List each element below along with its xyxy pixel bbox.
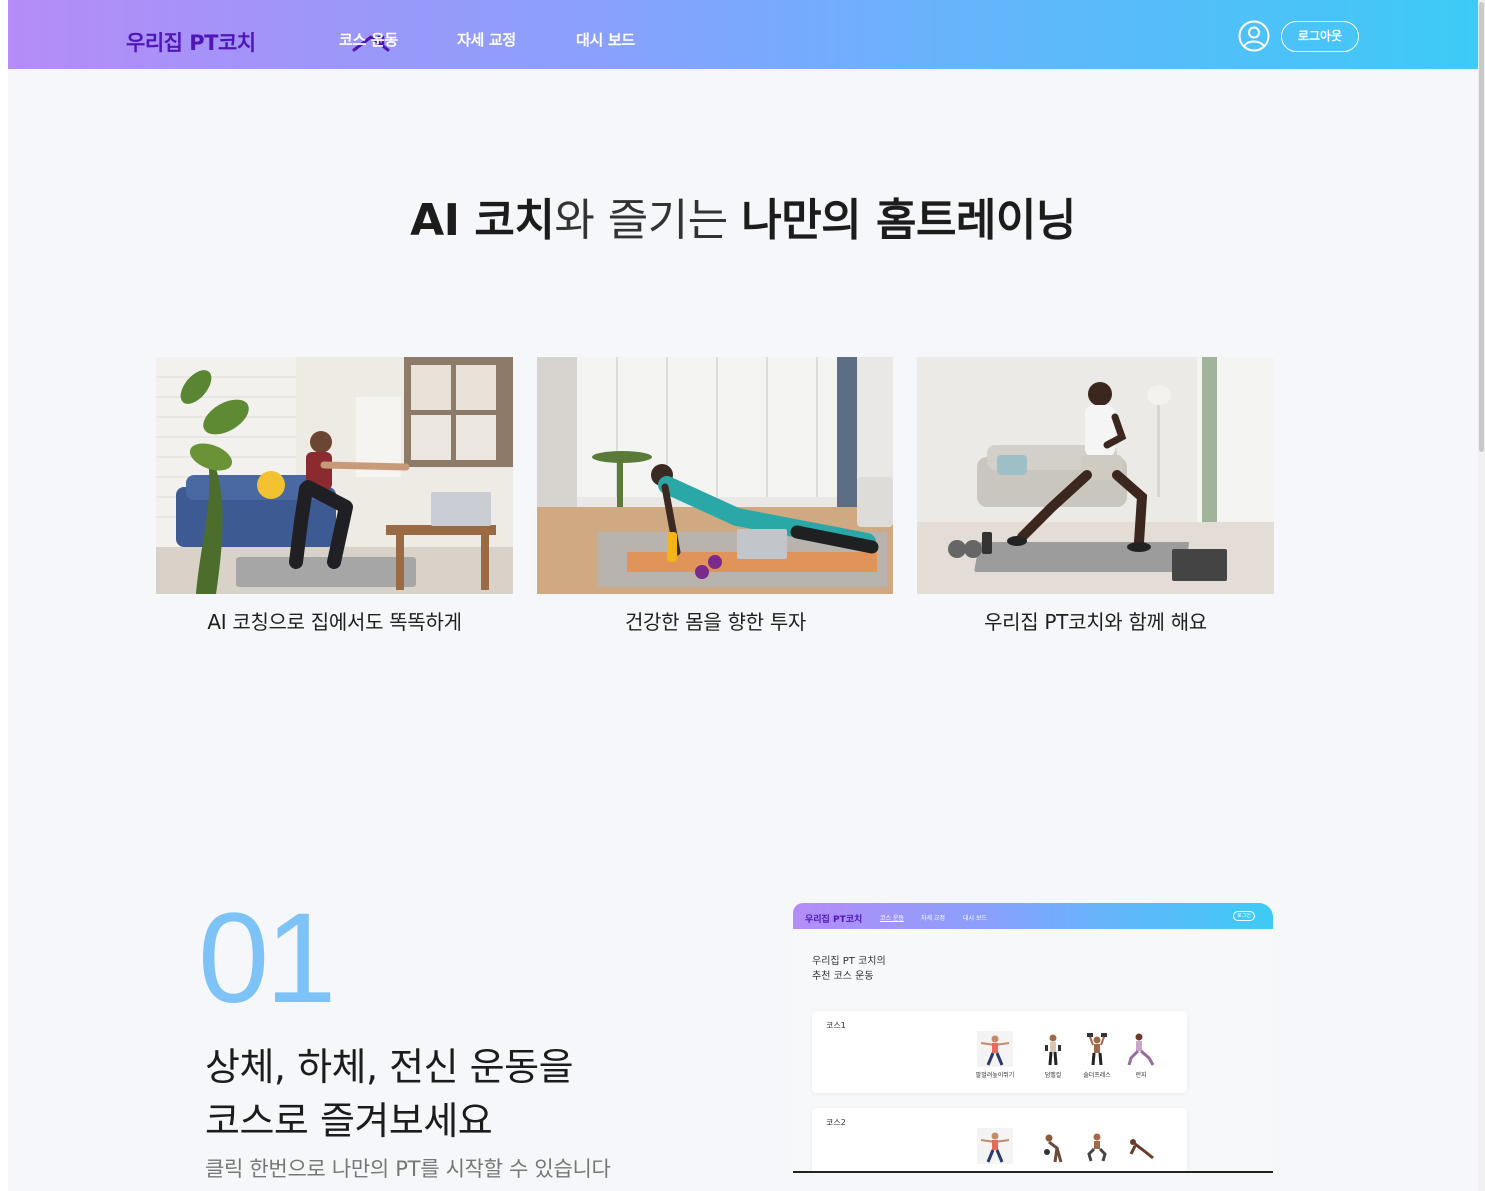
preview-logo: 우리집 PT코치 [805, 915, 863, 925]
preview-exercise-label: 팔벌려높이뛰기 [975, 1072, 1015, 1079]
nav-dashboard[interactable]: 대시 보드 [576, 29, 635, 50]
feature-title-line2: 코스로 즐겨보세요 [205, 1099, 493, 1143]
kettlebell-swing-figure-icon [1044, 1134, 1063, 1163]
preview-course-title: 코스2 [826, 1118, 846, 1127]
card-image-lunge [917, 357, 1274, 594]
logo-text: 우리집 PT코치 [126, 31, 256, 55]
woman-squat-photo [156, 357, 513, 594]
card-ai-coaching[interactable]: AI 코칭으로 집에서도 똑똑하게 [156, 357, 513, 635]
jumping-jack-figure-icon [977, 1031, 1013, 1067]
hero-title-part1: AI 코치 [410, 195, 555, 246]
preview-heading-line1: 우리집 PT 코치의 [812, 956, 886, 967]
section-number: 01 [198, 887, 336, 1030]
top-nav: 우리집 PT코치 코스 운동 자세 교정 대시 보드 로그아웃 [8, 0, 1478, 69]
preview-exercise: 덤벨컬 [1033, 1031, 1073, 1079]
card-together[interactable]: 우리집 PT코치와 함께 해요 [917, 357, 1274, 635]
preview-course-card: 코스2 [812, 1108, 1187, 1171]
jumping-jack-figure-icon [977, 1128, 1013, 1164]
preview-login-button: 로그인 [1233, 911, 1255, 921]
preview-heading-line2: 추천 코스 운동 [812, 971, 874, 982]
feature-subtitle: 클릭 한번으로 나만의 PT를 시작할 수 있습니다 [205, 1157, 611, 1181]
logout-button[interactable]: 로그아웃 [1281, 21, 1359, 52]
preview-heading: 우리집 PT 코치의 추천 코스 운동 [812, 954, 886, 984]
preview-exercise-label: 덤벨컬 [1044, 1072, 1062, 1079]
hero-title-part3: 나만의 홈트레이닝 [741, 195, 1076, 246]
plank-figure-icon [1129, 1139, 1154, 1160]
preview-exercise [975, 1128, 1015, 1164]
card-health-investment[interactable]: 건강한 몸을 향한 투자 [537, 357, 894, 635]
course-preview-screenshot: 우리집 PT코치 코스 운동 자세 교정 대시 보드 로그인 우리집 PT 코치… [793, 903, 1273, 1173]
page-scrollbar[interactable] [1478, 0, 1485, 1191]
feature-title-line1: 상체, 하체, 전신 운동을 [205, 1045, 574, 1089]
hero-title: AI 코치와 즐기는 나만의 홈트레이닝 [8, 184, 1478, 248]
card-image-plank [537, 357, 894, 594]
user-profile-icon[interactable] [1238, 20, 1270, 52]
preview-exercise-label: 런지 [1135, 1072, 1147, 1079]
preview-course-card: 코스1 팔벌려높이뛰기 덤벨컬 숄더프레스 런지 [812, 1011, 1187, 1093]
preview-exercise-label: 숄더프레스 [1083, 1072, 1111, 1079]
preview-exercise: 팔벌려높이뛰기 [975, 1031, 1015, 1079]
card-image-squat [156, 357, 513, 594]
scrollbar-thumb[interactable] [1479, 2, 1484, 452]
dumbbell-curl-figure-icon [1045, 1034, 1061, 1066]
woman-side-plank-photo [537, 357, 893, 594]
nav-course[interactable]: 코스 운동 [339, 29, 398, 50]
feature-title: 상체, 하체, 전신 운동을 코스로 즐겨보세요 [205, 1040, 574, 1148]
preview-exercise: 숄더프레스 [1077, 1031, 1117, 1079]
card-caption: 건강한 몸을 향한 투자 [624, 610, 807, 634]
squat-figure-icon [1087, 1133, 1107, 1162]
man-lunge-photo [917, 357, 1274, 594]
nav-posture[interactable]: 자세 교정 [457, 29, 516, 50]
card-caption: AI 코칭으로 집에서도 똑똑하게 [207, 610, 462, 634]
lunge-figure-icon [1127, 1033, 1155, 1066]
hero-title-part2: 와 즐기는 [554, 195, 742, 246]
preview-exercise: 런지 [1121, 1031, 1161, 1079]
logo[interactable]: 우리집 PT코치 [126, 27, 390, 57]
preview-nav-course: 코스 운동 [880, 915, 904, 922]
preview-exercise [1077, 1128, 1117, 1164]
preview-exercise [1033, 1128, 1073, 1164]
preview-nav-posture: 자세 교정 [921, 915, 945, 922]
preview-nav: 우리집 PT코치 코스 운동 자세 교정 대시 보드 로그인 [793, 903, 1273, 929]
card-caption: 우리집 PT코치와 함께 해요 [984, 610, 1207, 634]
page: 우리집 PT코치 코스 운동 자세 교정 대시 보드 로그아웃 AI 코치와 즐… [8, 0, 1478, 1191]
preview-course-title: 코스1 [826, 1021, 846, 1030]
preview-exercise [1121, 1128, 1161, 1164]
preview-nav-dashboard: 대시 보드 [963, 915, 987, 922]
shoulder-press-figure-icon [1087, 1033, 1107, 1066]
